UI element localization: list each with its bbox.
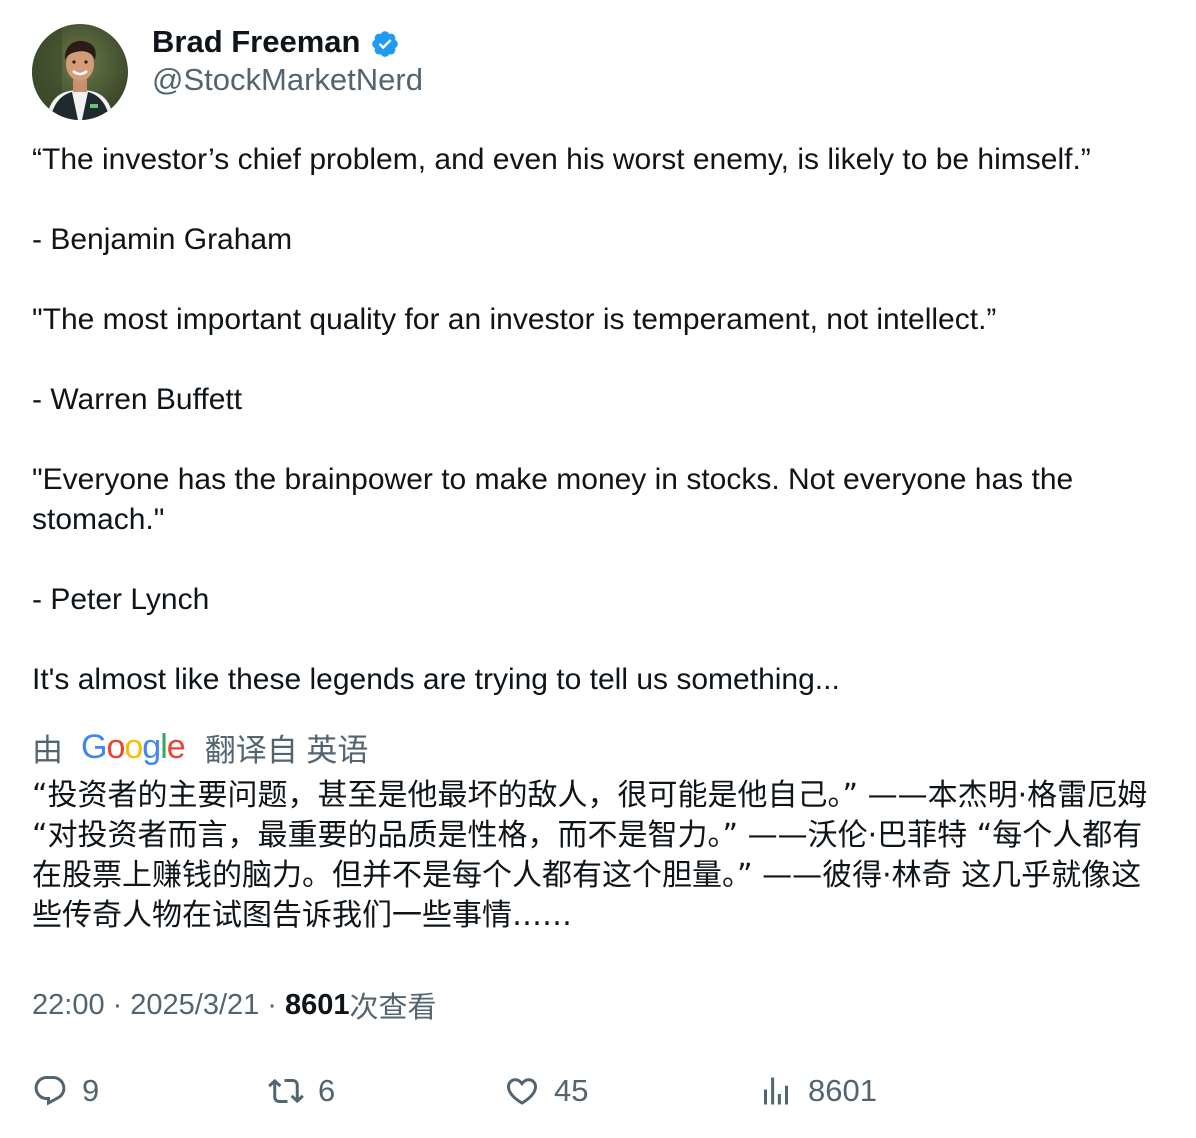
tweet-time[interactable]: 22:00: [32, 989, 105, 1022]
reply-icon: [34, 1076, 66, 1106]
views-label: 次查看: [349, 992, 437, 1024]
reply-button[interactable]: 9: [32, 1071, 99, 1111]
reply-count: 9: [82, 1073, 100, 1108]
tweet-paragraph: - Warren Buffett: [32, 383, 243, 416]
views-count: 8601: [284, 988, 350, 1021]
tweet-text: “The investor’s chief problem, and even …: [32, 140, 1177, 700]
avatar[interactable]: [32, 24, 128, 120]
like-count: 45: [554, 1073, 589, 1108]
google-logo-letter: o: [106, 727, 125, 766]
google-logo-letter: G: [81, 727, 107, 766]
retweet-icon: [268, 1078, 304, 1104]
meta-separator: ·: [112, 988, 123, 1021]
translation-attribution[interactable]: 由 Google 翻译自 英语: [32, 727, 369, 768]
tweet-paragraph: “The investor’s chief problem, and even …: [32, 143, 1091, 176]
action-bar: 9 6 45 8601: [32, 1071, 1172, 1111]
verified-badge-icon[interactable]: [370, 29, 400, 59]
avatar-image: [32, 24, 128, 120]
translation-prefix: 由: [32, 732, 63, 768]
views-chart-icon: [764, 1077, 788, 1105]
tweet-paragraph: It's almost like these legends are tryin…: [32, 663, 840, 696]
views-action-count: 8601: [808, 1073, 877, 1108]
retweet-count: 6: [318, 1073, 336, 1108]
translated-text: “投资者的主要问题，甚至是他最坏的敌人，很可能是他自己。” ——本杰明·格雷厄姆…: [32, 778, 1148, 933]
retweet-button[interactable]: 6: [268, 1071, 335, 1111]
heart-icon: [506, 1078, 538, 1105]
tweet-paragraph: - Benjamin Graham: [32, 223, 293, 256]
author-display-name[interactable]: Brad Freeman: [152, 24, 360, 60]
meta-separator: ·: [267, 988, 277, 1021]
google-logo-letter: e: [166, 727, 186, 766]
google-logo-letter: g: [142, 727, 161, 766]
views-button[interactable]: 8601: [758, 1071, 877, 1111]
author-handle[interactable]: @StockMarketNerd: [152, 62, 423, 98]
google-logo-letter: o: [124, 727, 143, 766]
tweet-paragraph: "The most important quality for an inves…: [32, 303, 997, 336]
author-name-row: Brad Freeman: [152, 22, 400, 62]
tweet-paragraph: - Peter Lynch: [32, 583, 210, 616]
like-button[interactable]: 45: [504, 1071, 588, 1111]
tweet-meta: 22:00 · 2025/3/21 · 8601 次查看: [32, 984, 436, 1026]
translation-suffix: 翻译自 英语: [204, 732, 369, 768]
tweet-paragraph: "Everyone has the brainpower to make mon…: [32, 463, 1074, 536]
tweet-date[interactable]: 2025/3/21: [130, 989, 259, 1022]
google-logo: Google: [81, 727, 186, 767]
